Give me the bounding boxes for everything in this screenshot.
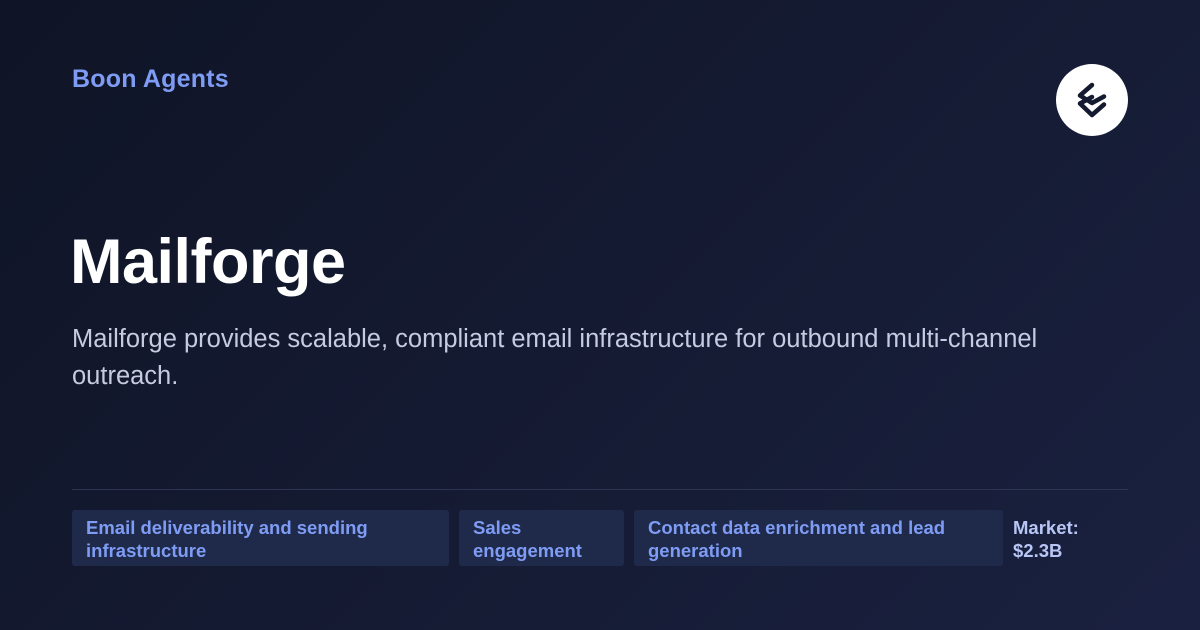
company-name: Mailforge	[70, 227, 346, 297]
market-label: Market:	[1013, 517, 1079, 538]
market-value: $2.3B	[1013, 540, 1063, 561]
boon-logo-icon	[1056, 64, 1128, 136]
company-description: Mailforge provides scalable, compliant e…	[72, 325, 1038, 390]
category-tag: Contact data enrichment and lead generat…	[634, 510, 1003, 566]
boon-logo-glyph	[1077, 82, 1107, 118]
market-size: Market: $2.3B	[1013, 516, 1123, 562]
category-tag: Email deliverability and sending infrast…	[72, 510, 449, 566]
divider	[72, 489, 1128, 490]
category-tag: Sales engagement	[459, 510, 624, 566]
brand-name: Boon Agents	[72, 65, 229, 93]
